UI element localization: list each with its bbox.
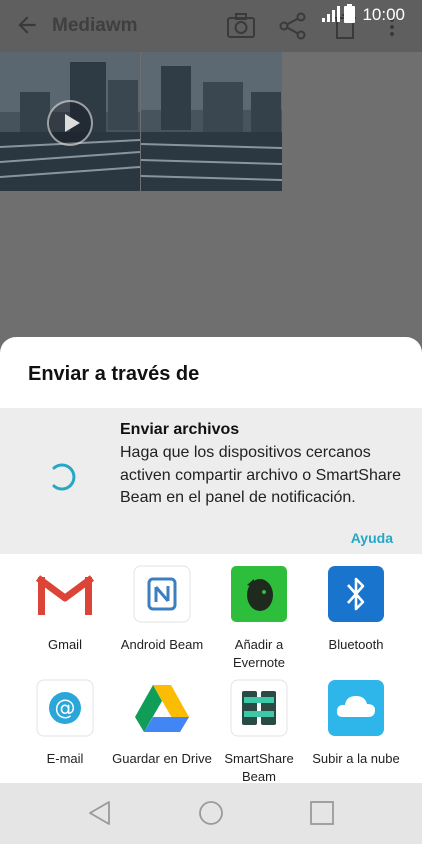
play-button[interactable] (47, 100, 93, 146)
back-arrow-icon[interactable] (14, 12, 40, 38)
email-icon: @ (36, 679, 94, 737)
signal-icon (322, 6, 340, 22)
battery-icon (344, 4, 355, 23)
app-label: SmartShare Beam (224, 751, 294, 783)
evernote-icon (231, 566, 287, 622)
share-app-email[interactable]: @ E-mail (13, 679, 117, 768)
share-app-gmail[interactable]: Gmail (13, 565, 117, 654)
app-label: Subir a la nube (312, 751, 400, 766)
camera-icon[interactable] (226, 12, 256, 40)
app-label: Añadir a Evernote (232, 637, 286, 670)
bluetooth-icon (328, 566, 384, 622)
navigation-bar (0, 783, 422, 844)
play-icon (65, 114, 80, 132)
gmail-icon (35, 575, 95, 615)
nav-back-icon[interactable] (85, 798, 115, 828)
status-time: 10:00 (362, 5, 405, 24)
nfc-icon (133, 565, 191, 623)
nav-home-icon[interactable] (196, 798, 226, 828)
smartshare-beam-icon (230, 679, 288, 737)
gallery-thumbnail-image[interactable] (141, 52, 282, 191)
loading-spinner-icon (52, 463, 76, 491)
app-label: E-mail (46, 751, 84, 766)
share-sheet: Enviar a través de Enviar archivos Haga … (0, 337, 422, 783)
beam-panel-description: Haga que los dispositivos cercanos activ… (120, 444, 401, 506)
svg-text:@: @ (55, 696, 76, 720)
google-drive-icon (135, 685, 189, 732)
share-app-android-beam[interactable]: Android Beam (110, 565, 214, 654)
nav-recents-icon[interactable] (307, 798, 337, 828)
app-label: Guardar en Drive (112, 751, 212, 766)
status-bar: 10:00 (292, 0, 422, 30)
share-app-evernote[interactable]: Añadir a Evernote (207, 565, 311, 672)
share-sheet-title: Enviar a través de (28, 363, 200, 385)
cloud-icon (328, 680, 384, 736)
share-app-google-drive[interactable]: Guardar en Drive (110, 679, 214, 768)
app-label: Android Beam (120, 637, 204, 652)
share-app-smartshare-beam[interactable]: SmartShare Beam (207, 679, 311, 783)
share-app-cloud-upload[interactable]: Subir a la nube (304, 679, 408, 768)
share-app-bluetooth[interactable]: Bluetooth (304, 565, 408, 654)
app-title: Mediawm (52, 15, 138, 36)
beam-panel-heading: Enviar archivos (120, 421, 240, 438)
app-label: Gmail (48, 637, 82, 652)
help-link[interactable]: Ayuda (351, 530, 393, 546)
app-label: Bluetooth (328, 637, 384, 652)
